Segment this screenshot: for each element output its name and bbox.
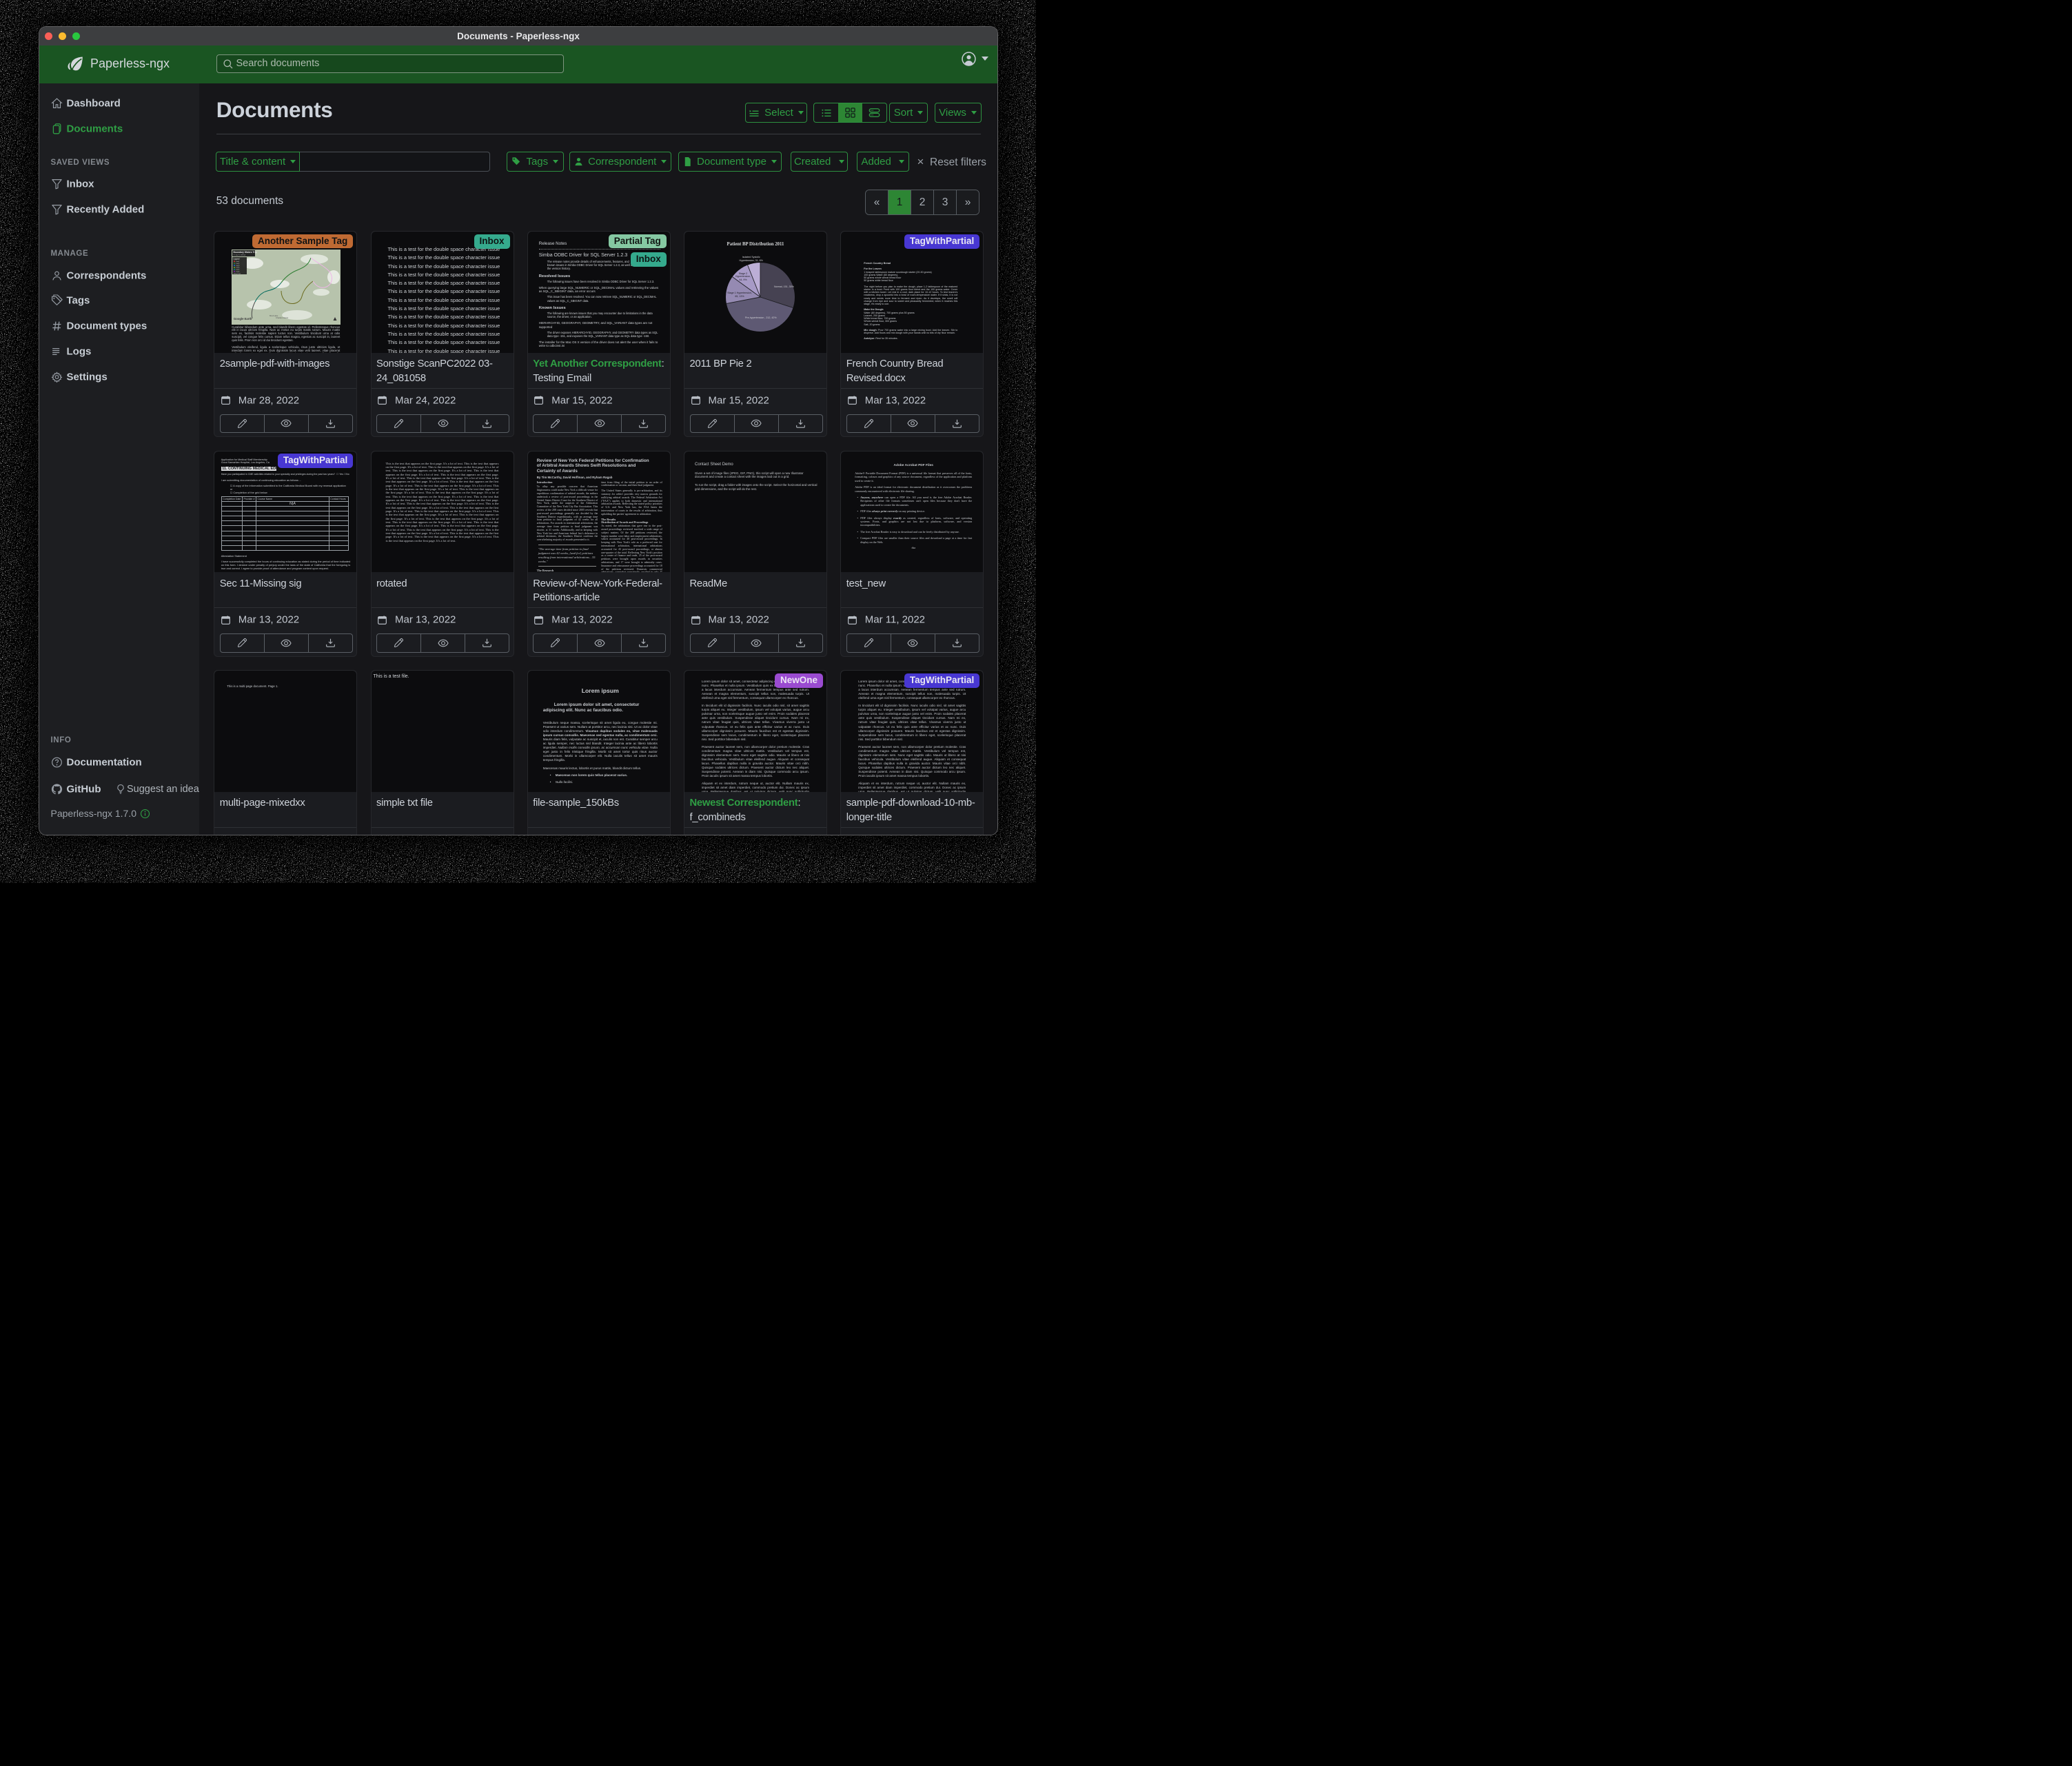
svg-text:On day 6 in BWCA: On day 6 in BWCA: [234, 254, 246, 256]
svg-text:Day1: Day1: [236, 261, 241, 263]
svg-text:Day2: Day2: [236, 263, 241, 264]
svg-text:Entry Point: Entry Point: [234, 272, 241, 274]
svg-text:Boundary Waters Trip: Boundary Waters Trip: [234, 251, 257, 254]
svg-text:Day4: Day4: [236, 267, 241, 268]
svg-text:Legend: Legend: [234, 258, 240, 260]
svg-text:Day6: Day6: [236, 271, 241, 272]
svg-text:Day5: Day5: [236, 269, 241, 270]
svg-text:Google Earth: Google Earth: [234, 317, 252, 321]
svg-text:Day3: Day3: [236, 265, 241, 266]
svg-text:Charles Island: Charles Island: [276, 316, 288, 319]
